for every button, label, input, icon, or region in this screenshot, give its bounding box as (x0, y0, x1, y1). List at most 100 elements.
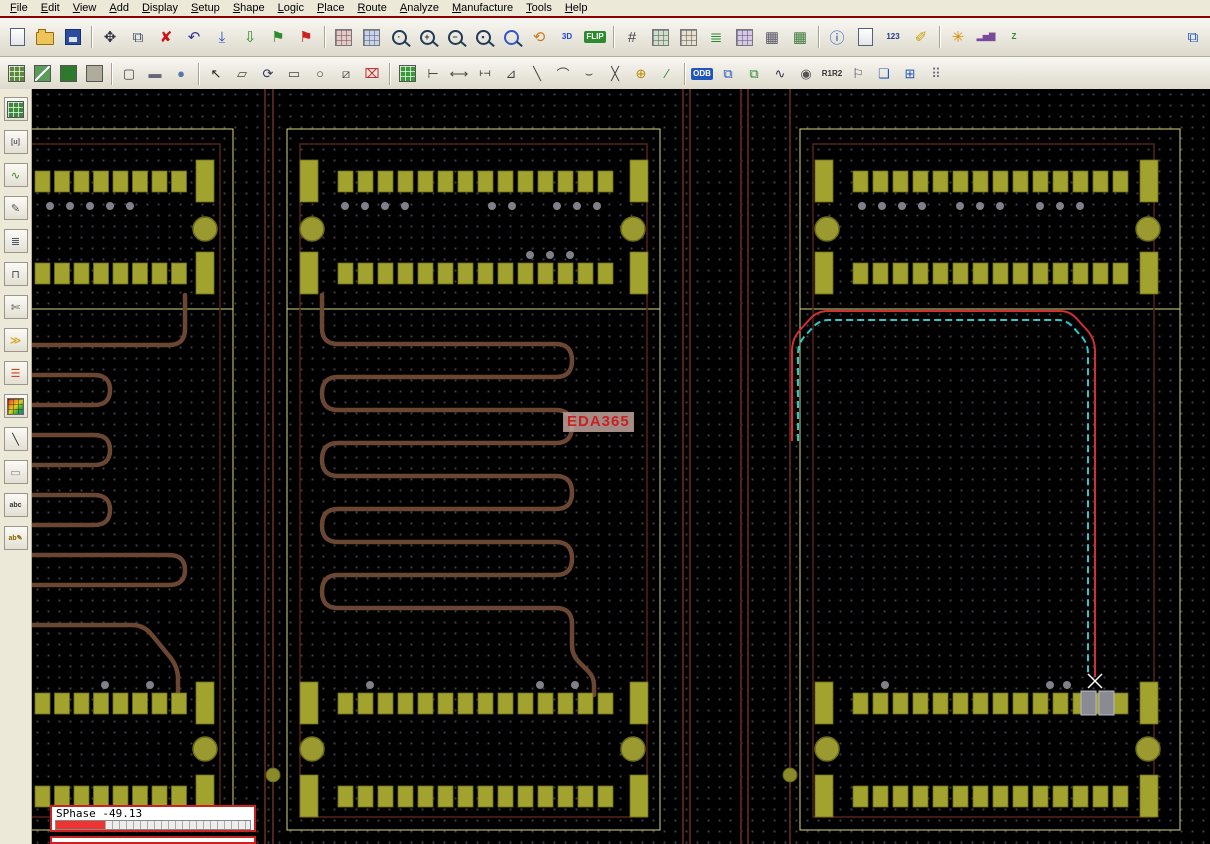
menu-shape[interactable]: Shape (227, 1, 272, 15)
unit-bracket-icon[interactable]: [u] (4, 130, 28, 154)
dimension-tool-icon[interactable]: ⟷ (447, 62, 471, 86)
show-element-icon[interactable] (852, 24, 878, 50)
pcb-pad[interactable] (1113, 786, 1128, 807)
pcb-pad[interactable] (458, 786, 473, 807)
smd-component[interactable] (1081, 691, 1096, 715)
zoom-in-icon[interactable]: + (414, 24, 440, 50)
pcb-pad[interactable] (358, 693, 373, 714)
color-palette-grid-icon[interactable] (4, 394, 28, 418)
pcb-pad[interactable] (993, 693, 1008, 714)
pcb-pad[interactable] (853, 693, 868, 714)
drill-dot[interactable] (1036, 202, 1044, 210)
silkscreen-r1r2-icon[interactable]: R1R2 (820, 62, 844, 86)
pcb-pad[interactable] (1033, 786, 1048, 807)
drill-dot[interactable] (1056, 202, 1064, 210)
pcb-pad[interactable] (578, 171, 593, 192)
pcb-pad[interactable] (538, 786, 553, 807)
odb-export-icon[interactable]: ODB (690, 62, 714, 86)
pcb-end-pad[interactable] (1140, 160, 1158, 202)
drill-dot[interactable] (106, 202, 114, 210)
pcb-pad[interactable] (418, 171, 433, 192)
pcb-pad[interactable] (338, 693, 353, 714)
pcb-pad[interactable] (1053, 171, 1068, 192)
menu-add[interactable]: Add (103, 1, 136, 15)
column-chart-icon[interactable]: ▂▅▇ (973, 24, 999, 50)
pcb-design-canvas[interactable]: EDA365 SPhase -49.13 (32, 89, 1210, 844)
pcb-pad[interactable] (993, 786, 1008, 807)
drill-dot[interactable] (46, 202, 54, 210)
pcb-pad[interactable] (498, 693, 513, 714)
routed-net-cyan[interactable] (798, 320, 1088, 674)
drill-dot[interactable] (508, 202, 516, 210)
pcb-pad[interactable] (358, 171, 373, 192)
filled-rect-tool-icon[interactable]: ▬ (143, 62, 167, 86)
pcb-pad[interactable] (518, 693, 533, 714)
pcb-pad[interactable] (993, 171, 1008, 192)
pcb-pad[interactable] (152, 693, 167, 714)
constraint-table-color-icon[interactable]: ▦ (787, 24, 813, 50)
chamfer-tool-icon[interactable]: ∕ (655, 62, 679, 86)
pcb-pad[interactable] (498, 263, 513, 284)
pcb-pad[interactable] (35, 171, 50, 192)
pcb-end-pad[interactable] (300, 775, 318, 817)
drill-dot[interactable] (101, 681, 109, 689)
pcb-pad[interactable] (873, 263, 888, 284)
pcb-pad[interactable] (1113, 693, 1128, 714)
import-down-arrow-icon[interactable]: ⇩ (237, 24, 263, 50)
mount-hole[interactable] (815, 217, 839, 241)
film-params-icon[interactable]: ⧉ (742, 62, 766, 86)
pcb-pad[interactable] (478, 693, 493, 714)
pcb-pad[interactable] (538, 171, 553, 192)
color-dialog-icon[interactable] (675, 24, 701, 50)
pcb-pad[interactable] (498, 786, 513, 807)
drill-dot[interactable] (526, 251, 534, 259)
testprep-ic-icon[interactable] (395, 62, 419, 86)
pcb-pad[interactable] (1073, 786, 1088, 807)
pcb-pad[interactable] (172, 693, 187, 714)
pcb-pad[interactable] (478, 786, 493, 807)
drill-dot[interactable] (401, 202, 409, 210)
save-file-icon[interactable] (60, 24, 86, 50)
drill-dot[interactable] (1046, 681, 1054, 689)
dot-matrix-icon[interactable]: ⠿ (924, 62, 948, 86)
pcb-pad[interactable] (913, 263, 928, 284)
pcb-pad[interactable] (498, 171, 513, 192)
pcb-pad[interactable] (1013, 693, 1028, 714)
circle-center-tool-icon[interactable]: ⊕ (629, 62, 653, 86)
pcb-pad[interactable] (74, 786, 89, 807)
pcb-end-pad[interactable] (196, 160, 214, 202)
color-priority-icon[interactable] (647, 24, 673, 50)
pcb-pad[interactable] (953, 171, 968, 192)
pcb-pad[interactable] (973, 171, 988, 192)
grid-toggle-icon[interactable]: # (619, 24, 645, 50)
drill-dot[interactable] (1063, 681, 1071, 689)
pcb-pad[interactable] (378, 171, 393, 192)
pcb-pad[interactable] (478, 263, 493, 284)
pcb-pad[interactable] (438, 171, 453, 192)
fast-forward-icon[interactable]: ≫ (4, 328, 28, 352)
pcb-pad[interactable] (1053, 263, 1068, 284)
layer-stack-icon[interactable]: ≣ (703, 24, 729, 50)
align-target-icon[interactable]: ⊞ (898, 62, 922, 86)
pcb-pad[interactable] (113, 171, 128, 192)
menu-route[interactable]: Route (351, 1, 393, 15)
pcb-end-pad[interactable] (300, 160, 318, 202)
menu-edit[interactable]: Edit (35, 1, 67, 15)
pcb-pad[interactable] (933, 693, 948, 714)
shape-fill-solid-icon[interactable] (56, 62, 80, 86)
dimension-value-tool-icon[interactable]: ⊦⊣ (473, 62, 497, 86)
pcb-pad[interactable] (933, 263, 948, 284)
pcb-end-pad[interactable] (196, 252, 214, 294)
menu-manufacture[interactable]: Manufacture (446, 1, 520, 15)
pcb-pad[interactable] (1053, 693, 1068, 714)
pcb-pad[interactable] (74, 171, 89, 192)
zoom-out-icon[interactable]: − (442, 24, 468, 50)
photoplot-icon[interactable]: ◉ (794, 62, 818, 86)
pcb-pad[interactable] (598, 171, 613, 192)
pcb-pad[interactable] (913, 786, 928, 807)
rail-via[interactable] (783, 768, 797, 782)
pcb-pad[interactable] (35, 263, 50, 284)
pcb-pad[interactable] (873, 693, 888, 714)
pcb-pad[interactable] (418, 786, 433, 807)
zoom-fit-icon[interactable]: ▪ (470, 24, 496, 50)
